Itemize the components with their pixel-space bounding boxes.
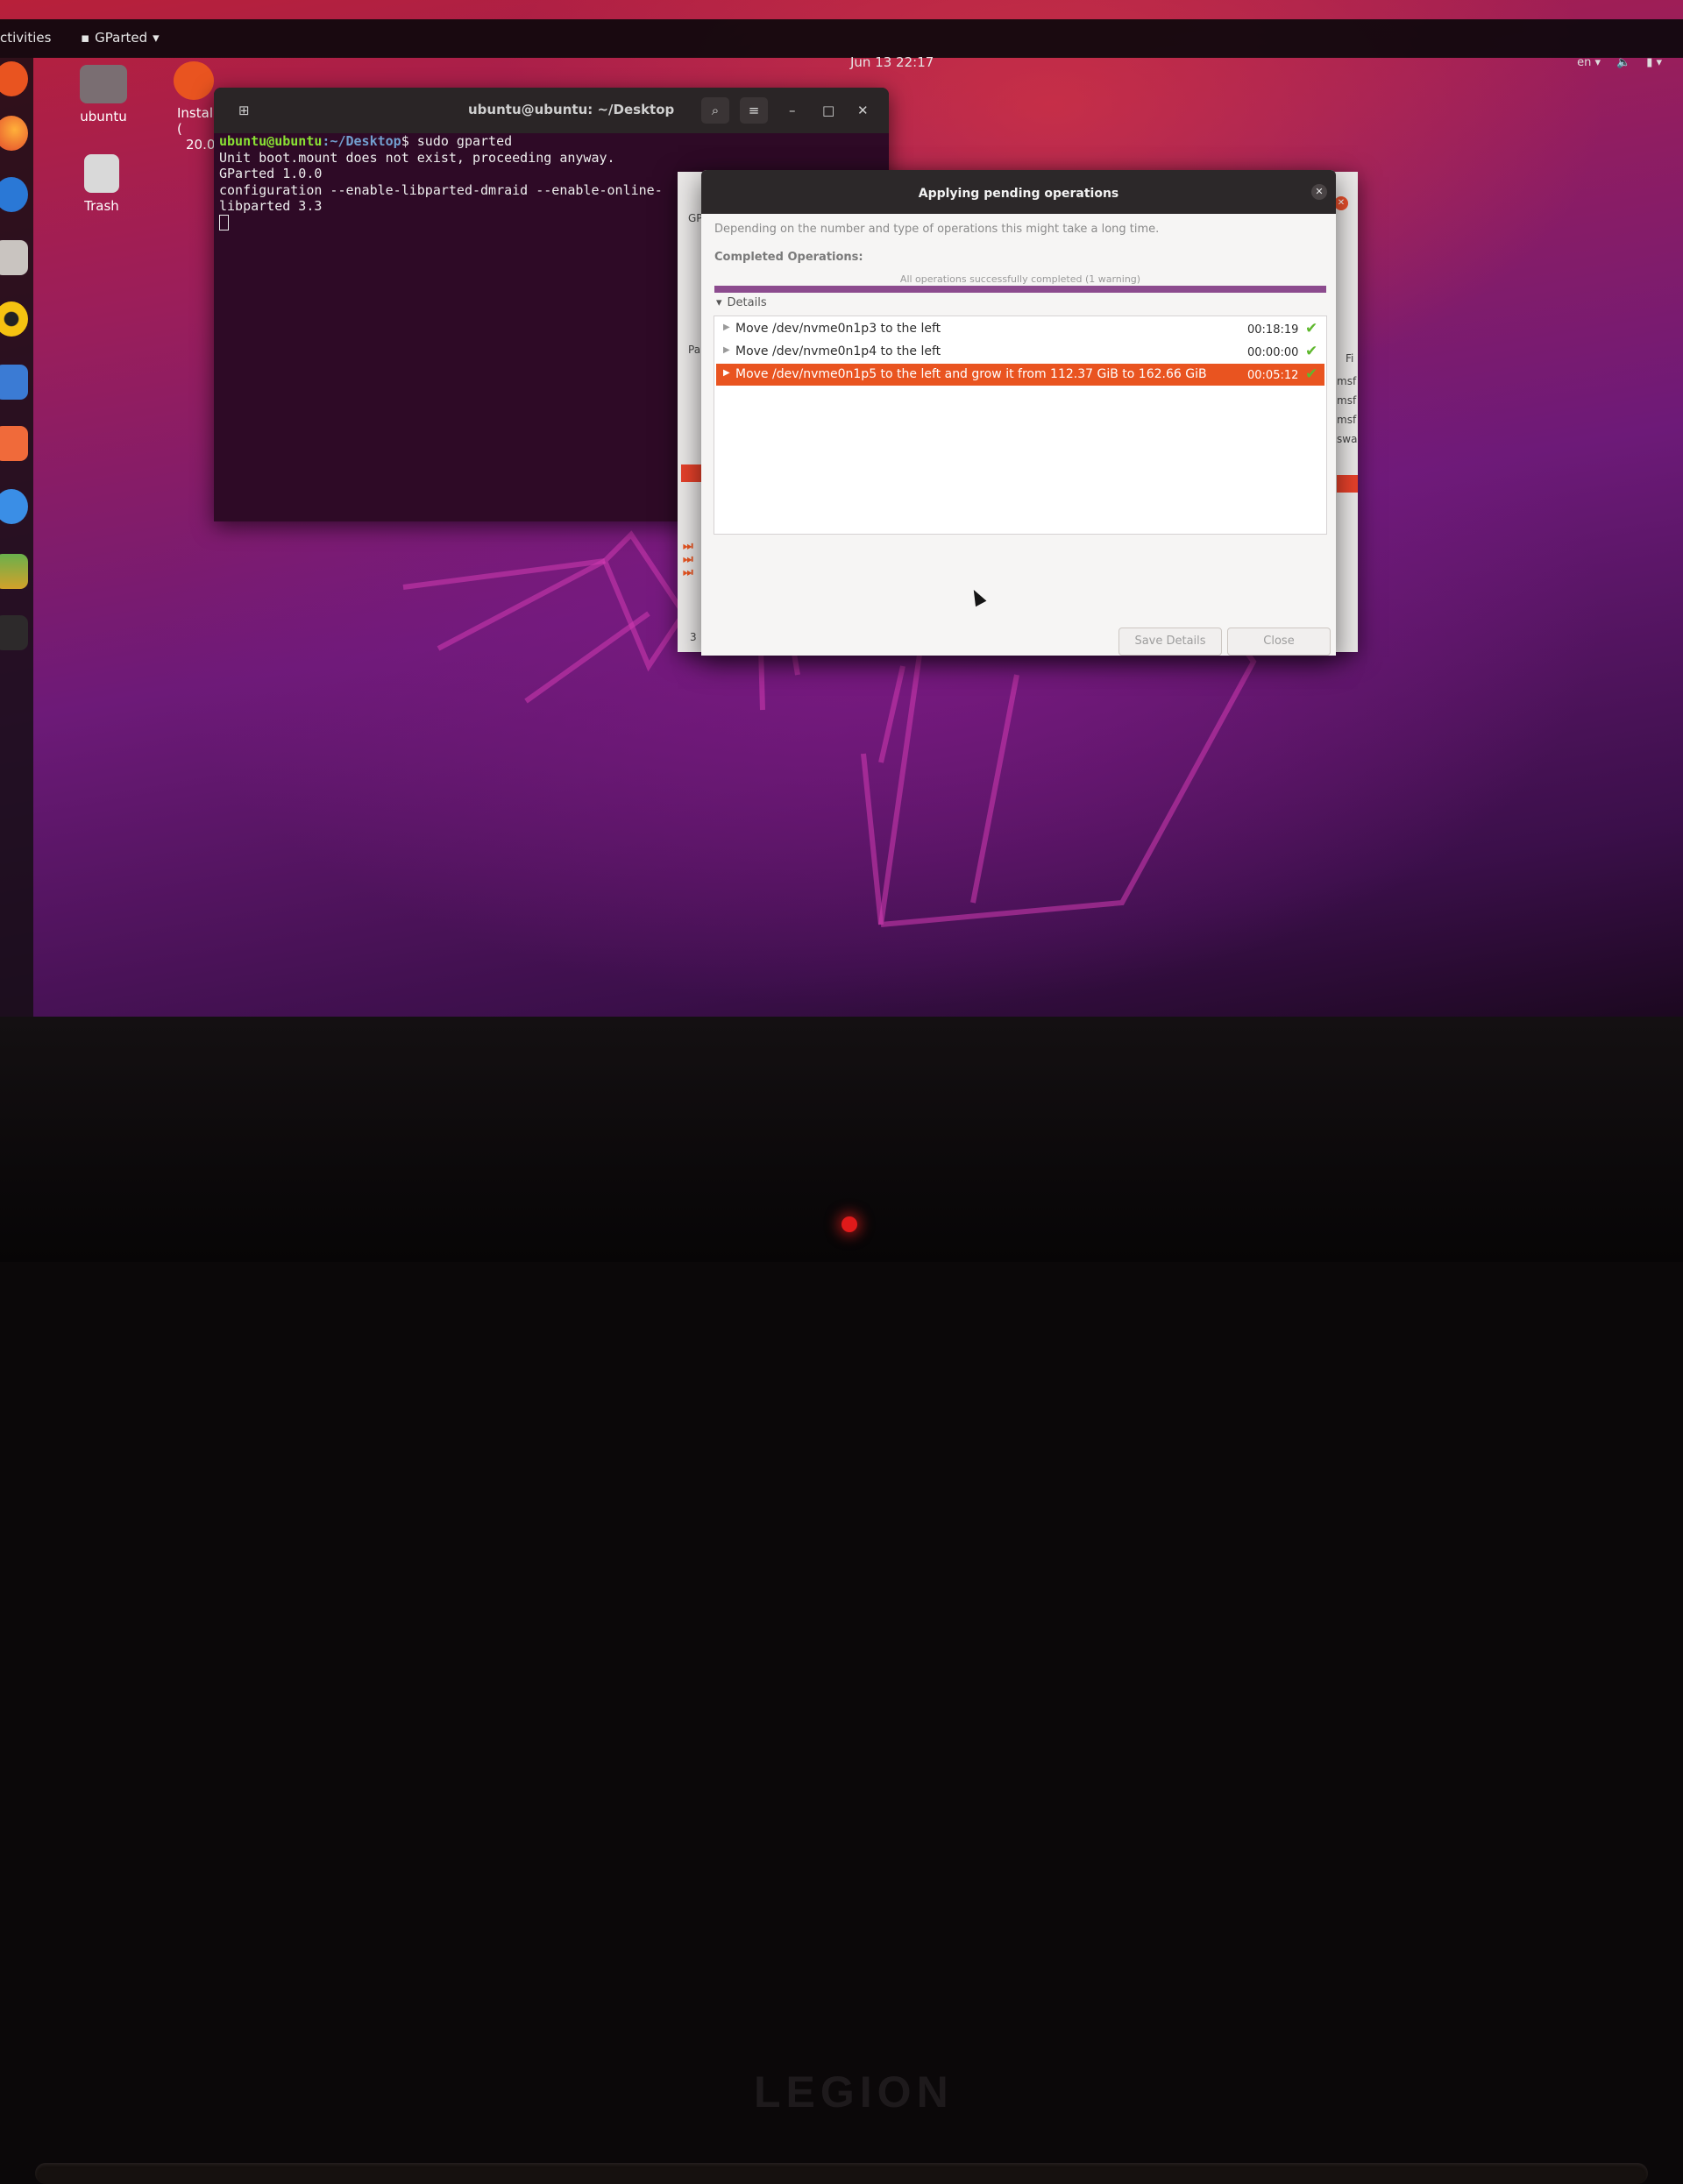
dialog-description: Depending on the number and type of oper… [714, 223, 1160, 236]
desktop-icon-label: Trash [84, 198, 119, 214]
desktop-icon-home[interactable]: ubuntu [60, 65, 147, 124]
terminal-icon[interactable] [0, 615, 28, 650]
progress-track [714, 286, 1326, 293]
details-label: Details [727, 296, 767, 309]
help-icon[interactable] [0, 489, 28, 524]
dialog-titlebar[interactable]: Applying pending operations ✕ [701, 170, 1336, 214]
close-icon[interactable]: ✕ [1334, 196, 1348, 210]
terminal-prompt-line: ubuntu@ubuntu:~/Desktop$ sudo gparted [219, 133, 884, 150]
operation-icon: ⏭ ⏭ ⏭ [683, 540, 693, 579]
filesystem-cell: msf [1337, 414, 1357, 426]
trash-icon [84, 154, 119, 193]
laptop-screen: ctivities ▪ GParted ▾ Jun 13 22:17 en ▾ … [0, 0, 1683, 1017]
menu-icon[interactable]: ≡ [740, 97, 768, 124]
terminal-title: ubuntu@ubuntu: ~/Desktop [468, 102, 675, 117]
progress-bar: All operations successfully completed (1… [714, 273, 1326, 294]
search-icon[interactable]: ⌕ [701, 97, 729, 124]
filesystem-cell: msf [1337, 375, 1357, 387]
expand-arrow-icon[interactable]: ▶ [723, 368, 730, 378]
laptop-bezel: LEGION [0, 1017, 1683, 2184]
thunderbird-icon[interactable] [0, 177, 28, 212]
partition-label: Pa [688, 344, 701, 356]
operation-label: Move /dev/nvme0n1p3 to the left [735, 322, 941, 336]
terminal-titlebar[interactable]: ⊞ ubuntu@ubuntu: ~/Desktop ⌕ ≡ – □ ✕ [214, 88, 889, 133]
volume-icon: 🔈 [1616, 56, 1631, 69]
files-icon[interactable] [0, 240, 28, 275]
software-icon[interactable] [0, 426, 28, 461]
terminal-line: Unit boot.mount does not exist, proceedi… [219, 149, 615, 166]
tray-language: en [1577, 56, 1592, 69]
operations-list[interactable]: ▶ Move /dev/nvme0n1p3 to the left 00:18:… [714, 316, 1327, 535]
selected-partition-strip-right [1337, 475, 1358, 493]
operation-time: 00:18:19 [1247, 323, 1299, 337]
filesystem-cell: msf [1337, 394, 1357, 407]
firefox-icon[interactable] [0, 116, 28, 151]
dock [0, 58, 33, 1017]
desktop-icon-trash[interactable]: Trash [58, 154, 146, 214]
app-menu[interactable]: ▪ GParted ▾ [81, 30, 160, 46]
operation-row[interactable]: ▶ Move /dev/nvme0n1p4 to the left 00:00:… [716, 341, 1324, 363]
prompt-command: $ sudo gparted [401, 133, 513, 149]
system-tray[interactable]: en ▾ 🔈 ▮ ▾ [1577, 56, 1662, 69]
expand-arrow-icon[interactable]: ▶ [723, 345, 730, 355]
close-icon[interactable]: ✕ [857, 103, 869, 118]
new-tab-icon[interactable]: ⊞ [238, 103, 250, 118]
operation-row[interactable]: ▶ Move /dev/nvme0n1p3 to the left 00:18:… [716, 318, 1324, 340]
save-details-button[interactable]: Save Details [1118, 628, 1222, 656]
pending-count: 3 [690, 631, 697, 643]
gparted-app-icon: ▪ [81, 30, 90, 46]
close-button[interactable]: Close [1227, 628, 1331, 656]
filesystem-cell: swa [1337, 433, 1358, 445]
prompt-path: :~/Desktop [322, 133, 401, 149]
top-bar: ctivities ▪ GParted ▾ Jun 13 22:17 [0, 19, 1683, 70]
keyboard-layout[interactable]: en ▾ [1577, 56, 1601, 69]
operation-row-selected[interactable]: ▶ Move /dev/nvme0n1p5 to the left and gr… [716, 364, 1324, 386]
maximize-icon[interactable]: □ [822, 103, 834, 118]
writer-icon[interactable] [0, 365, 28, 400]
rhythmbox-icon[interactable] [0, 301, 28, 337]
desktop-icon-label: ubuntu [80, 109, 127, 124]
home-folder-icon [80, 65, 127, 103]
close-icon[interactable]: ✕ [1311, 184, 1327, 200]
minimize-icon[interactable]: – [789, 103, 796, 118]
gparted-icon[interactable] [0, 554, 28, 589]
laptop-hinge [35, 2163, 1648, 2184]
operation-time: 00:00:00 [1247, 346, 1299, 359]
chevron-down-icon: ▾ [153, 30, 160, 46]
expander-arrow-icon: ▾ [716, 296, 722, 309]
success-check-icon: ✔ [1305, 320, 1318, 337]
installer-icon [174, 61, 214, 100]
expand-arrow-icon[interactable]: ▶ [723, 323, 730, 332]
app-menu-label: GParted [95, 30, 148, 46]
prompt-user: ubuntu@ubuntu [219, 133, 323, 149]
operation-time: 00:05:12 [1247, 369, 1299, 382]
brand-logo: LEGION [754, 2067, 954, 2117]
progress-fill [714, 286, 1326, 293]
operation-label: Move /dev/nvme0n1p5 to the left and grow… [735, 367, 1207, 381]
apply-operations-dialog[interactable]: Applying pending operations ✕ Depending … [701, 170, 1336, 656]
battery-icon: ▮ ▾ [1646, 56, 1662, 69]
success-check-icon: ✔ [1305, 365, 1318, 383]
activities-button[interactable]: ctivities [0, 30, 51, 46]
success-check-icon: ✔ [1305, 343, 1318, 360]
completed-operations-label: Completed Operations: [714, 251, 863, 264]
progress-text: All operations successfully completed (1… [899, 273, 1141, 285]
details-expander[interactable]: ▾ Details [716, 296, 767, 309]
dialog-title: Applying pending operations [918, 187, 1119, 201]
column-header-filesystem: Fi [1346, 352, 1354, 365]
selected-partition-strip [681, 464, 702, 482]
ubuntu-installer-icon[interactable] [0, 61, 28, 96]
clock[interactable]: Jun 13 22:17 [850, 54, 934, 70]
status-led [842, 1216, 857, 1232]
operation-label: Move /dev/nvme0n1p4 to the left [735, 344, 941, 358]
